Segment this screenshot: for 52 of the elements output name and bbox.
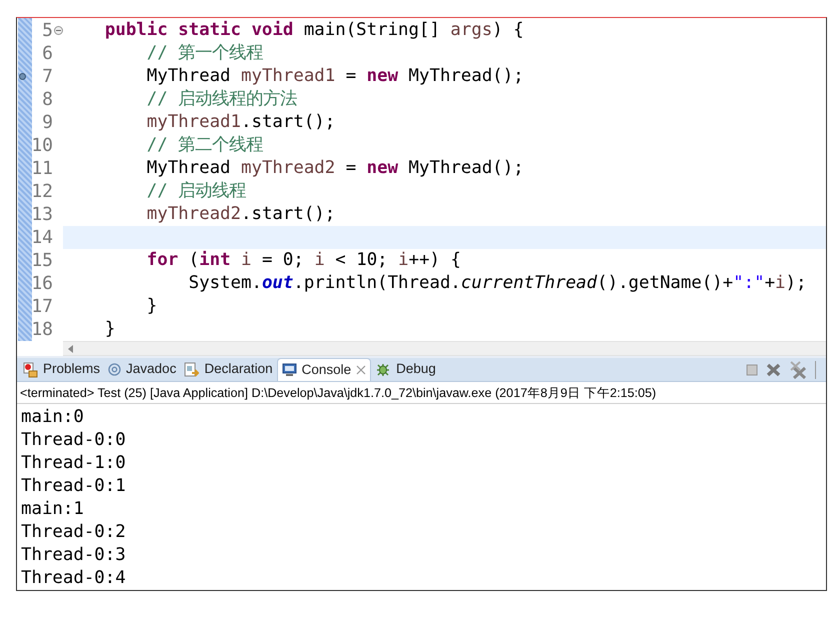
line-number: 12 <box>31 180 53 203</box>
declaration-icon <box>184 362 200 378</box>
console-output-line: Thread-0:3 <box>21 544 127 567</box>
panel-tab[interactable]: Console <box>276 358 372 381</box>
console-output-line: main:0 <box>21 406 85 429</box>
console-output-line: main:1 <box>21 498 85 521</box>
panel-tab[interactable]: Debug <box>371 358 440 381</box>
code-line: myThread1.start(); <box>146 111 336 134</box>
scroll-left-icon[interactable] <box>68 344 74 353</box>
code-line: public static void main(String[] args) { <box>104 19 525 42</box>
code-line: for (int i = 0; i < 10; i++) { <box>146 249 462 272</box>
console-output-line: Thread-1:0 <box>21 452 127 475</box>
collapse-icon[interactable] <box>54 26 62 35</box>
code-line: myThread2.start(); <box>146 203 336 226</box>
remove-all-icon[interactable] <box>789 360 807 378</box>
line-number: 9 <box>41 111 53 134</box>
line-number: 16 <box>31 272 53 295</box>
console-output-line: Thread-0:2 <box>21 521 127 544</box>
panel-tab[interactable]: Problems <box>19 358 104 381</box>
line-number: 8 <box>41 88 53 111</box>
line-number: 10 <box>31 134 53 157</box>
line-number: 13 <box>31 203 53 226</box>
monitor-icon <box>282 363 297 377</box>
line-number: 17 <box>31 295 53 318</box>
code-line: // 启动线程 <box>146 180 248 203</box>
problems-icon <box>23 362 38 378</box>
code-line: } <box>146 295 158 318</box>
line-number: 7 <box>41 65 53 88</box>
horizontal-scrollbar[interactable] <box>63 341 826 356</box>
close-icon[interactable] <box>356 365 366 375</box>
remove-icon[interactable] <box>766 362 781 376</box>
line-number: 18 <box>31 318 53 341</box>
panel-tab[interactable]: Javadoc <box>104 358 180 381</box>
line-number: 6 <box>41 42 53 65</box>
console-output-line: Thread-0:0 <box>21 429 127 452</box>
line-number: 15 <box>31 249 53 272</box>
code-line: // 第一个线程 <box>146 42 264 65</box>
panel-tab[interactable]: Declaration <box>180 358 277 381</box>
console-output-line: Thread-0:4 <box>21 567 127 590</box>
code-line: // 第二个线程 <box>146 134 264 157</box>
stop-icon[interactable] <box>746 364 758 376</box>
code-line: MyThread myThread2 = new MyThread(); <box>146 157 525 180</box>
code-line: } <box>104 318 116 341</box>
bug-icon <box>375 362 392 378</box>
code-line: System.out.println(Thread.currentThread().getName()+":"+i); <box>188 272 808 295</box>
code-line: MyThread myThread1 = new MyThread(); <box>146 65 525 88</box>
console-output-line: Thread-0:1 <box>21 475 127 498</box>
console-status: <terminated> Test (25) [Java Application] D:\Develop\Java\jdk1.7.0_72\bin\javaw.exe (2017年8月9日 下午2:15:05) <box>17 382 826 404</box>
code-line: // 启动线程的方法 <box>146 88 298 111</box>
line-number: 5 <box>41 19 53 42</box>
line-number: 11 <box>31 157 53 180</box>
line-number: 14 <box>31 226 53 249</box>
